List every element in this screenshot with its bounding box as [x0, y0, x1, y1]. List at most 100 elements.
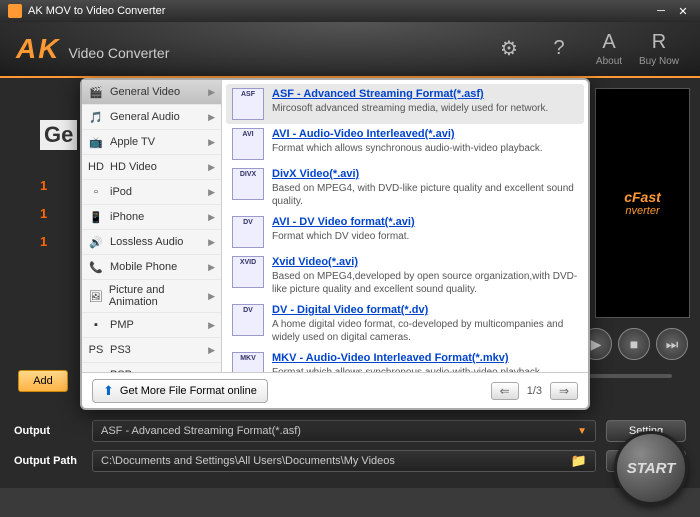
chevron-right-icon: ▶: [208, 345, 215, 356]
format-item[interactable]: XVIDXvid Video(*.avi)Based on MPEG4,deve…: [226, 252, 584, 300]
category-item[interactable]: ▪ PMP ▶: [82, 313, 221, 338]
bottom-panel: Output ASF - Advanced Streaming Format(*…: [0, 412, 700, 488]
list-num: 1: [40, 234, 47, 249]
category-item[interactable]: 📞 Mobile Phone ▶: [82, 255, 221, 280]
format-item[interactable]: DIVXDivX Video(*.avi)Based on MPEG4, wit…: [226, 164, 584, 212]
category-item[interactable]: PS PS3 ▶: [82, 338, 221, 363]
next-button[interactable]: ⏭: [656, 328, 688, 360]
minimize-button[interactable]: ─: [652, 4, 670, 18]
format-desc: Based on MPEG4,developed by open source …: [272, 270, 578, 296]
output-path-field[interactable]: C:\Documents and Settings\All Users\Docu…: [92, 450, 596, 472]
category-icon: 🔊: [88, 234, 104, 250]
chevron-down-icon: ▼: [577, 426, 587, 437]
format-item[interactable]: DVAVI - DV Video format(*.avi)Format whi…: [226, 212, 584, 252]
logo-sub: Video Converter: [68, 45, 169, 61]
format-icon: AVI: [232, 128, 264, 160]
category-icon: 🖼: [88, 288, 103, 304]
output-path-label: Output Path: [14, 455, 92, 467]
category-label: PMP: [110, 319, 134, 331]
about-button[interactable]: AAbout: [584, 31, 634, 67]
category-item[interactable]: 🔊Lossless Audio▶: [82, 230, 221, 255]
format-title: MKV - Audio-Video Interleaved Format(*.m…: [272, 352, 578, 364]
output-dropdown[interactable]: ASF - Advanced Streaming Format(*.asf) ▼: [92, 420, 596, 442]
category-label: iPod: [110, 186, 132, 198]
category-label: PS3: [110, 344, 131, 356]
output-value: ASF - Advanced Streaming Format(*.asf): [101, 425, 301, 437]
popup-footer: ⬆ Get More File Format online ⇐ 1/3 ⇒: [82, 372, 588, 408]
category-item[interactable]: HDHD Video▶: [82, 155, 221, 180]
category-label: Picture and Animation: [109, 284, 208, 308]
buy-button[interactable]: RBuy Now: [634, 31, 684, 67]
format-desc: Based on MPEG4, with DVD-like picture qu…: [272, 182, 578, 208]
category-icon: 🎬: [88, 84, 104, 100]
category-item[interactable]: ▫iPod▶: [82, 180, 221, 205]
get-more-label: Get More File Format online: [120, 385, 257, 397]
format-icon: XVID: [232, 256, 264, 288]
category-label: General Video: [110, 86, 180, 98]
titlebar: AK MOV to Video Converter ─ ✕: [0, 0, 700, 22]
main-area: cFast nverter Ge 1 1 1 Add ▶ ■ ⏭ 🎬 Genera…: [0, 78, 700, 412]
category-item[interactable]: 📱 iPhone ▶: [82, 205, 221, 230]
chevron-right-icon: ▶: [208, 137, 215, 148]
format-title: AVI - DV Video format(*.avi): [272, 216, 578, 228]
format-icon: DV: [232, 304, 264, 336]
app-icon: [8, 4, 22, 18]
format-item[interactable]: DVDV - Digital Video format(*.dv)A home …: [226, 300, 584, 348]
format-item[interactable]: AVIAVI - Audio-Video Interleaved(*.avi)F…: [226, 124, 584, 164]
category-item[interactable]: 🎵 General Audio ▶: [82, 105, 221, 130]
format-desc: A home digital video format, co-develope…: [272, 318, 578, 344]
get-more-button[interactable]: ⬆ Get More File Format online: [92, 379, 268, 403]
category-label: Mobile Phone: [110, 261, 177, 273]
category-item[interactable]: 🎬 General Video ▶: [82, 80, 221, 105]
page-indicator: 1/3: [527, 385, 542, 397]
chevron-right-icon: ▶: [208, 212, 215, 223]
format-title: ASF - Advanced Streaming Format(*.asf): [272, 88, 578, 100]
format-item[interactable]: ASF ASF - Advanced Streaming Format(*.asf…: [226, 84, 584, 124]
gear-icon: ⚙: [500, 36, 518, 61]
format-desc: Mircosoft advanced streaming media, wide…: [272, 102, 578, 115]
format-icon: ASF: [232, 88, 264, 120]
start-button[interactable]: START: [614, 431, 688, 505]
category-icon: 🎵: [88, 109, 104, 125]
preview-panel: cFast nverter: [595, 88, 690, 318]
format-title: DivX Video(*.avi): [272, 168, 578, 180]
folder-icon: 📁: [571, 453, 587, 469]
format-item[interactable]: MKV MKV - Audio-Video Interleaved Format(…: [226, 348, 584, 372]
chevron-right-icon: ▶: [208, 320, 215, 331]
chevron-right-icon: ▶: [208, 262, 215, 273]
about-icon: A: [602, 31, 615, 54]
stop-button[interactable]: ■: [618, 328, 650, 360]
category-label: Lossless Audio: [110, 236, 183, 248]
format-icon: MKV: [232, 352, 264, 372]
category-item[interactable]: ▫PSP▶: [82, 363, 221, 372]
prev-page-button[interactable]: ⇐: [491, 382, 519, 400]
output-path-value: C:\Documents and Settings\All Users\Docu…: [101, 455, 395, 467]
next-page-button[interactable]: ⇒: [550, 382, 578, 400]
add-button[interactable]: Add: [18, 370, 68, 392]
output-label: Output: [14, 425, 92, 437]
logo-main: AK: [16, 33, 60, 65]
category-icon: ▪: [88, 317, 104, 333]
list-num: 1: [40, 178, 47, 193]
category-label: General Audio: [110, 111, 180, 123]
category-icon: 📺: [88, 134, 104, 150]
chevron-right-icon: ▶: [208, 162, 215, 173]
chevron-right-icon: ▶: [208, 187, 215, 198]
category-item[interactable]: 📺Apple TV▶: [82, 130, 221, 155]
bg-label: Ge: [40, 120, 77, 150]
buy-icon: R: [652, 31, 666, 54]
chevron-right-icon: ▶: [208, 112, 215, 123]
category-icon: 📞: [88, 259, 104, 275]
category-icon: PS: [88, 342, 104, 358]
category-icon: 📱: [88, 209, 104, 225]
category-list: 🎬General Video▶🎵General Audio▶📺Apple TV▶…: [82, 80, 222, 372]
close-button[interactable]: ✕: [674, 4, 692, 18]
category-label: iPhone: [110, 211, 144, 223]
help-button[interactable]: ?: [534, 37, 584, 62]
settings-button[interactable]: ⚙: [484, 36, 534, 63]
home-icon: ⬆: [103, 383, 114, 399]
category-item[interactable]: 🖼Picture and Animation▶: [82, 280, 221, 313]
brand-text-2: nverter: [625, 205, 659, 217]
list-num: 1: [40, 206, 47, 221]
chevron-right-icon: ▶: [208, 87, 215, 98]
